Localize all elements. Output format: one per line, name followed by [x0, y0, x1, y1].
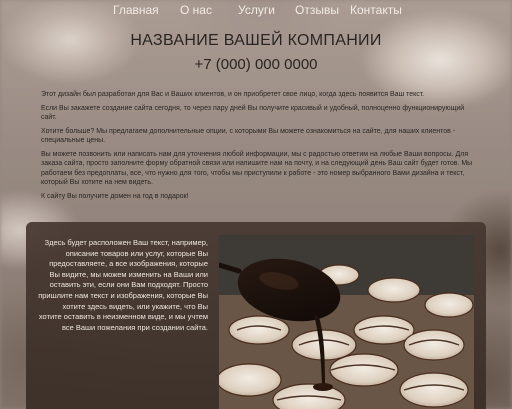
- nav-item-reviews[interactable]: Отзывы: [295, 2, 339, 18]
- nav-item-contacts[interactable]: Контакты: [350, 2, 402, 18]
- intro-paragraph: Вы можете позвонить или написать нам для…: [41, 150, 473, 187]
- chocolate-spoon-cookies-photo: [219, 235, 474, 409]
- company-name: НАЗВАНИЕ ВАШЕЙ КОМПАНИИ: [130, 32, 382, 49]
- nav-item-about[interactable]: О нас: [180, 2, 212, 18]
- feature-text: Здесь будет расположен Ваш текст, наприм…: [38, 238, 208, 332]
- intro-paragraph: К сайту Вы получите домен на год в подар…: [41, 192, 189, 200]
- company-phone: +7 (000) 000 0000: [194, 56, 318, 73]
- nav-item-home[interactable]: Главная: [113, 2, 159, 18]
- nav-item-services[interactable]: Услуги: [238, 2, 275, 18]
- intro-paragraph: Если Вы закажете создание сайта сегодня,…: [41, 104, 465, 122]
- main-nav: Главная О нас Услуги Отзывы Контакты: [0, 2, 512, 20]
- intro-paragraph: Хотите больше? Мы предлагаем дополнитель…: [41, 127, 456, 145]
- intro-paragraph: Этот дизайн был разработан для Вас и Ваш…: [41, 91, 425, 98]
- intro-text: Этот дизайн был разработан для Вас и Ваш…: [41, 90, 473, 205]
